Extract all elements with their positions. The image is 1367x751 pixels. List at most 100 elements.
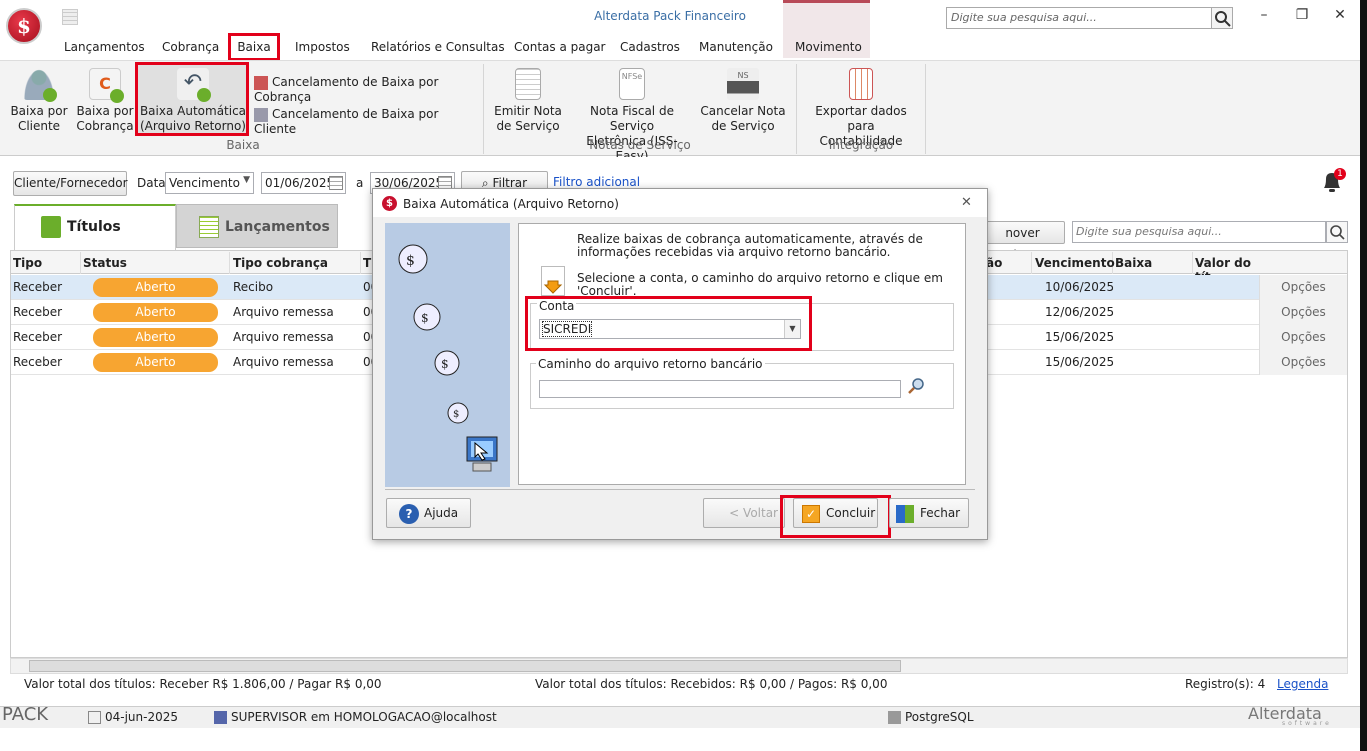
notification-count: 1: [1334, 168, 1346, 180]
fechar-button[interactable]: Fechar: [889, 498, 969, 528]
total-baixados-text: Valor total dos títulos: Recebidos: R$ 0…: [535, 677, 888, 691]
calendar-icon[interactable]: [329, 176, 343, 190]
minimize-icon[interactable]: –: [1254, 7, 1274, 27]
col-valor[interactable]: Valor do tít: [1195, 252, 1258, 284]
status-bar: [0, 706, 1360, 728]
tab-titulos[interactable]: Títulos: [14, 204, 176, 250]
menu-lancamentos[interactable]: Lançamentos: [64, 40, 145, 54]
money-bag-icon: $: [407, 289, 441, 331]
tab-lancamentos[interactable]: Lançamentos: [176, 204, 338, 248]
status-badge: Aberto: [93, 328, 218, 347]
row-tipo-cobranca: Recibo: [233, 280, 274, 294]
emitir-nota-button[interactable]: Emitir Nota de Serviço: [490, 68, 566, 134]
status-date: 04-jun-2025: [88, 710, 178, 724]
dialog-title: Baixa Automática (Arquivo Retorno): [403, 197, 619, 211]
money-bag-icon: $: [427, 335, 461, 376]
conta-label: Conta: [537, 299, 577, 313]
col-tipo-cobranca[interactable]: Tipo cobrança: [233, 252, 361, 274]
baixa-por-cliente-button[interactable]: Baixa por Cliente: [8, 68, 70, 134]
row-tipo: Receber: [13, 305, 63, 319]
filtro-adicional-link[interactable]: Filtro adicional: [553, 175, 640, 189]
cliente-fornecedor-button[interactable]: Cliente/Fornecedor: [13, 171, 128, 196]
menu-movimento[interactable]: Movimento: [795, 40, 862, 54]
menu-contas-a-pagar[interactable]: Contas a pagar: [514, 40, 606, 54]
group-integracao-label: Integração: [828, 138, 894, 152]
money-bag-icon: $: [393, 231, 428, 274]
voltar-button[interactable]: < Voltar: [703, 498, 785, 528]
legenda-link[interactable]: Legenda: [1277, 677, 1328, 691]
grid-search-input[interactable]: Digite sua pesquisa aqui...: [1072, 221, 1326, 243]
col-truncated-ao[interactable]: ão: [986, 252, 1032, 274]
col-tipo[interactable]: Tipo: [13, 252, 81, 274]
notification-bell-icon[interactable]: 1: [1318, 168, 1346, 196]
baixa-por-cobranca-button[interactable]: C Baixa por Cobrança: [74, 68, 136, 134]
row-tipo-cobranca: Arquivo remessa: [233, 305, 334, 319]
search-icon[interactable]: [1326, 221, 1348, 243]
exportar-contabilidade-button[interactable]: Exportar dados para Contabilidade: [804, 68, 918, 149]
chevron-down-icon[interactable]: ▼: [784, 320, 800, 338]
database-icon: [888, 711, 901, 724]
ajuda-button[interactable]: ? Ajuda: [386, 498, 471, 528]
cancel-cobranca-icon: [254, 75, 268, 90]
col-status[interactable]: Status: [83, 252, 230, 274]
baixa-automatica-button[interactable]: ↶ Baixa Automática (Arquivo Retorno): [138, 68, 248, 134]
app-logo[interactable]: $: [6, 8, 42, 44]
restore-icon[interactable]: ❐: [1292, 7, 1312, 27]
browse-search-icon[interactable]: [907, 376, 927, 396]
status-db: PostgreSQL: [888, 710, 974, 724]
group-baixa-label: Baixa: [226, 138, 260, 152]
menu-impostos[interactable]: Impostos: [295, 40, 350, 54]
baixa-automatica-dialog: $ Baixa Automática (Arquivo Retorno) ✕ $…: [372, 188, 988, 540]
remover-colunas-button[interactable]: nover colunas: [980, 221, 1065, 262]
dialog-divider: [385, 489, 975, 490]
status-user: SUPERVISOR em HOMOLOGACAO@localhost: [214, 710, 497, 724]
total-titulos-text: Valor total dos títulos: Receber R$ 1.80…: [24, 677, 382, 691]
concluir-button[interactable]: ✓ Concluir: [793, 498, 878, 528]
row-vencimento: 15/06/2025: [1045, 330, 1115, 344]
cancel-baixa-cliente-button[interactable]: Cancelamento de Baixa por Cliente: [254, 107, 479, 136]
help-icon: ?: [399, 503, 419, 524]
menu-baixa[interactable]: Baixa: [228, 33, 280, 61]
opcoes-button[interactable]: Opções: [1259, 300, 1347, 325]
global-search-input[interactable]: Digite sua pesquisa aqui...: [946, 7, 1212, 29]
group-notas-label: Notas de Serviço: [589, 138, 691, 152]
search-icon[interactable]: [1211, 7, 1233, 29]
col-baixa[interactable]: Baixa: [1115, 252, 1193, 274]
svg-text:$: $: [421, 311, 429, 325]
menu-cobranca[interactable]: Cobrança: [162, 40, 219, 54]
opcoes-button[interactable]: Opções: [1259, 350, 1347, 375]
menu-relatorios[interactable]: Relatórios e Consultas: [371, 40, 505, 54]
svg-text:$: $: [406, 253, 415, 269]
col-vencimento[interactable]: Vencimento: [1035, 252, 1115, 274]
row-vencimento: 10/06/2025: [1045, 280, 1115, 294]
scrollbar-thumb[interactable]: [29, 660, 901, 672]
user-check-icon: [23, 68, 57, 102]
caminho-input[interactable]: [539, 380, 901, 398]
data-tipo-select[interactable]: Vencimento ▼: [165, 172, 254, 194]
ribbon-separator: [925, 64, 926, 154]
dialog-close-icon[interactable]: ✕: [961, 195, 972, 210]
close-icon[interactable]: ✕: [1330, 7, 1350, 27]
status-badge: Aberto: [93, 278, 218, 297]
status-badge: Aberto: [93, 303, 218, 322]
row-vencimento: 12/06/2025: [1045, 305, 1115, 319]
user-icon: [214, 711, 227, 724]
opcoes-button[interactable]: Opções: [1259, 325, 1347, 350]
horizontal-scrollbar[interactable]: [10, 658, 1348, 674]
menu-cadastros[interactable]: Cadastros: [620, 40, 680, 54]
row-tipo-cobranca: Arquivo remessa: [233, 330, 334, 344]
cancel-baixa-cobranca-button[interactable]: Cancelamento de Baixa por Cobrança: [254, 75, 479, 104]
menu-manutencao[interactable]: Manutenção: [699, 40, 773, 54]
conta-select[interactable]: SICREDI ▼: [539, 319, 801, 339]
chevron-down-icon[interactable]: ▼: [243, 175, 250, 185]
cancelar-nota-button[interactable]: NS Cancelar Nota de Serviço: [700, 68, 786, 134]
nfse-icon: NFSe: [619, 68, 645, 100]
quick-access-icon[interactable]: [62, 9, 78, 25]
app-logo-icon: $: [382, 196, 397, 211]
printer-cancel-icon: NS: [727, 68, 759, 100]
data-de-input[interactable]: 01/06/2025: [261, 172, 346, 194]
dialog-intro: Realize baixas de cobrança automaticamen…: [577, 232, 923, 259]
window-edge: [1360, 0, 1367, 751]
alterdata-brand-sub: software: [1282, 720, 1332, 727]
opcoes-button[interactable]: Opções: [1259, 275, 1347, 300]
